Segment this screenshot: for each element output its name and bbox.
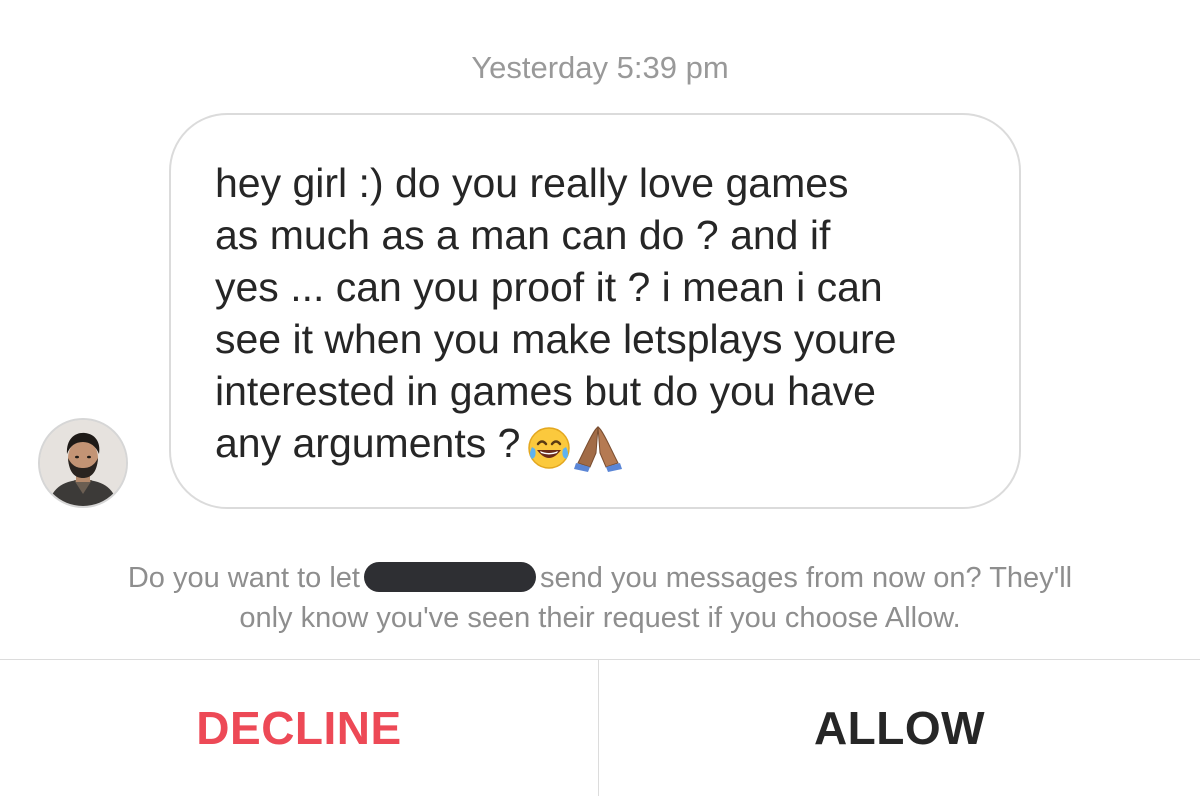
message-request-notice: Do you want to let send you messages from… [0,558,1200,638]
allow-button[interactable]: ALLOW [599,660,1200,796]
request-text-before: Do you want to let [127,562,360,594]
message-last-line: any arguments ? [215,417,979,473]
face-with-tears-of-joy-icon [528,427,571,469]
message-emojis [526,419,624,473]
message-timestamp: Yesterday 5:39 pm [471,50,729,85]
message-line: hey girl :) do you really love games [215,160,849,206]
message-line: as much as a man can do ? and if [215,212,831,258]
decline-button[interactable]: DECLINE [0,660,598,796]
request-notice-line-2: only know you've seen their request if y… [239,602,961,634]
message-line: any arguments ? [215,420,521,466]
message-bubble[interactable]: hey girl :) do you really love games as m… [169,113,1021,509]
message-line: yes ... can you proof it ? i mean i can [215,264,883,310]
message-request-screen: Yesterday 5:39 pm hey girl :) do you rea… [0,0,1200,796]
message-line: see it when you make letsplays youre [215,316,897,362]
message-text: hey girl :) do you really love games as m… [215,157,979,473]
redacted-username [364,562,536,592]
request-notice-line-1: Do you want to let send you messages from… [0,558,1200,598]
folded-hands-icon [574,426,623,473]
request-text-after: send you messages from now on? They'll [540,562,1073,594]
avatar-photo-icon [40,420,126,506]
message-line: interested in games but do you have [215,368,876,414]
sender-avatar[interactable] [38,418,128,508]
